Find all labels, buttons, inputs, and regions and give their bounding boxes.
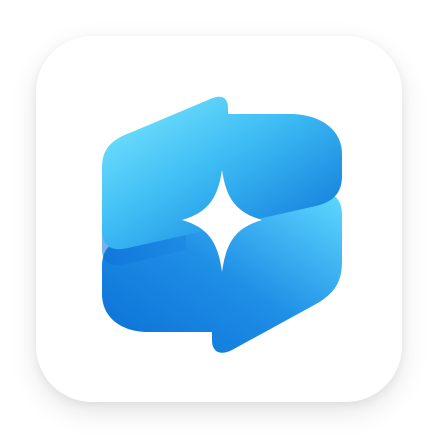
app-icon-tile[interactable] — [36, 36, 402, 402]
icon-canvas — [0, 0, 438, 438]
sparkle-ribbon-logo-icon — [102, 96, 342, 353]
